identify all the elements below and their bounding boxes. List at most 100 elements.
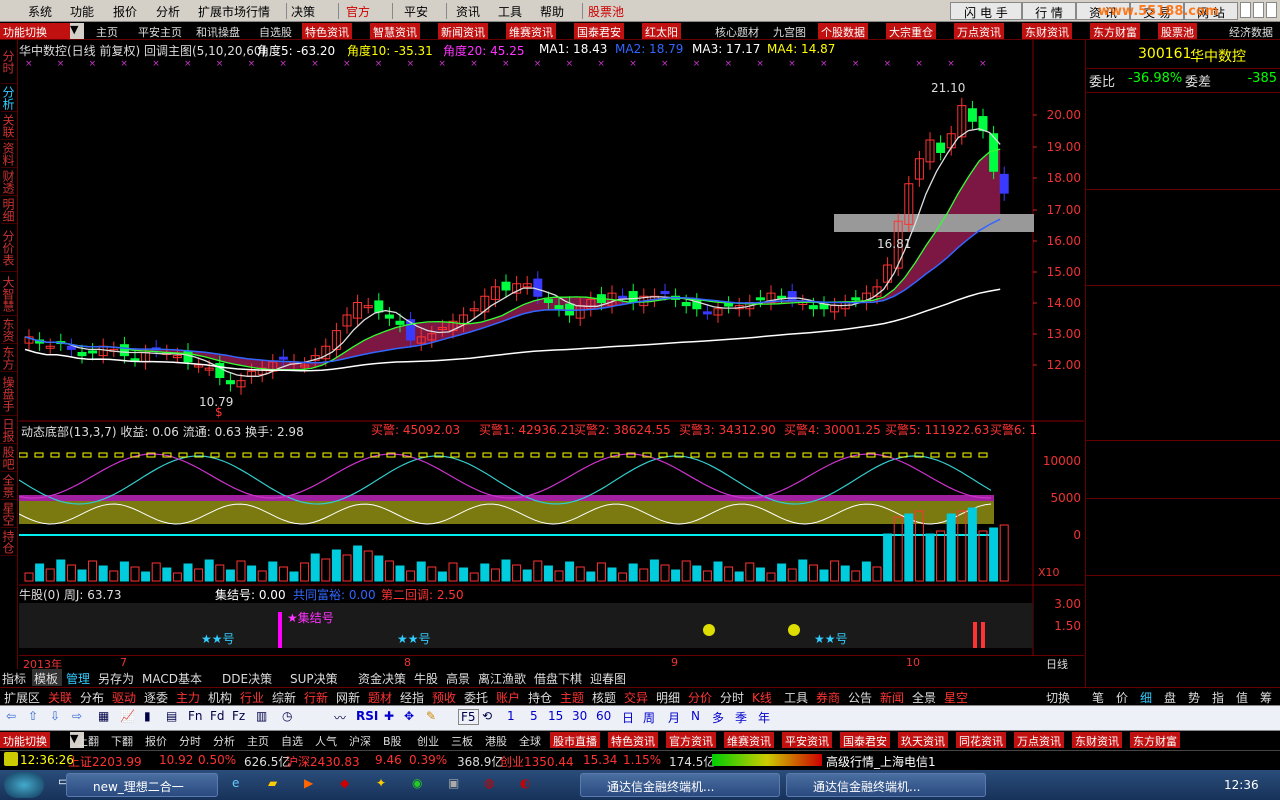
- start-button[interactable]: [4, 772, 44, 798]
- bottom-nav-item-13[interactable]: 港股: [482, 732, 510, 748]
- move-icon[interactable]: ✥: [404, 709, 414, 723]
- period-button-6[interactable]: 周: [643, 709, 655, 726]
- fz-icon[interactable]: Fz: [232, 709, 245, 723]
- bottom-nav-item-7[interactable]: 自选: [278, 732, 306, 748]
- bottom-nav-item-20[interactable]: 国泰君安: [840, 732, 890, 748]
- function-tab-20[interactable]: 明细: [654, 688, 682, 705]
- function-tab-10[interactable]: 网新: [334, 688, 362, 705]
- nav-pingan-home[interactable]: 平安主页: [135, 23, 185, 39]
- nav-stock-data[interactable]: 个股数据: [818, 23, 868, 39]
- candle-icon[interactable]: ▮: [144, 709, 151, 723]
- arrow-left-icon[interactable]: ⇦: [6, 709, 16, 723]
- crosshair-icon[interactable]: ✚: [384, 709, 394, 723]
- quote-tab-5[interactable]: 指: [1210, 688, 1226, 705]
- pencil-icon[interactable]: ✎: [426, 709, 436, 723]
- nav-home[interactable]: 主页: [93, 23, 121, 39]
- chevron-down-icon[interactable]: ▼: [70, 23, 84, 39]
- indicator-tab-11[interactable]: 借盘下棋: [532, 669, 586, 686]
- left-tab-6[interactable]: 分价表: [1, 224, 17, 272]
- bottom-nav-item-3[interactable]: 报价: [142, 732, 170, 748]
- quote-tab-1[interactable]: 价: [1114, 688, 1130, 705]
- menu-stock-pool[interactable]: 股票池: [588, 3, 624, 20]
- fd-icon[interactable]: Fd: [210, 709, 225, 723]
- period-button-4[interactable]: 60: [596, 709, 611, 723]
- server-label[interactable]: 高级行情_上海电信1: [826, 753, 936, 770]
- chart-area[interactable]: 华中数控(日线 前复权) 回调主图(5,10,20,60) 角度5: -63.2…: [19, 40, 1084, 655]
- period-button-0[interactable]: 1: [507, 709, 515, 723]
- period-button-5[interactable]: 日: [622, 709, 634, 726]
- app-icon[interactable]: ▣: [448, 776, 459, 790]
- nav-bulk-holdings[interactable]: 大宗重仓: [886, 23, 936, 39]
- function-tab-13[interactable]: 预收: [430, 688, 458, 705]
- function-tab-17[interactable]: 主题: [558, 688, 586, 705]
- left-tab-0[interactable]: 分时: [1, 40, 17, 84]
- indicator-tab-0[interactable]: 指标: [0, 669, 30, 686]
- ie-icon[interactable]: e: [232, 776, 239, 790]
- indicator-tab-12[interactable]: 迎春图: [588, 669, 630, 686]
- bottom-nav-item-12[interactable]: 三板: [448, 732, 476, 748]
- bottom-nav-item-9[interactable]: 沪深: [346, 732, 374, 748]
- nav-news-info[interactable]: 新闻资讯: [438, 23, 488, 39]
- function-tab-25[interactable]: 券商: [814, 688, 842, 705]
- period-button-8[interactable]: N: [691, 709, 700, 723]
- left-tab-11[interactable]: 日报: [1, 416, 17, 444]
- function-tab-16[interactable]: 持仓: [526, 688, 554, 705]
- indicator-tab-1[interactable]: 模板: [32, 669, 62, 686]
- function-tab-14[interactable]: 委托: [462, 688, 490, 705]
- bottom-nav-item-1[interactable]: 上翻: [74, 732, 102, 748]
- nav-function-switch[interactable]: 功能切换: [0, 23, 70, 39]
- nav-eastmoney[interactable]: 东方财富: [1090, 23, 1140, 39]
- task-item[interactable]: 通达信金融终端机...: [786, 773, 986, 797]
- function-tab-7[interactable]: 行业: [238, 688, 266, 705]
- bottom-nav-item-8[interactable]: 人气: [312, 732, 340, 748]
- menu-quote[interactable]: 报价: [113, 3, 137, 20]
- function-tab-12[interactable]: 经指: [398, 688, 426, 705]
- quote-tab-6[interactable]: 值: [1234, 688, 1250, 705]
- function-tab-8[interactable]: 综新: [270, 688, 298, 705]
- menu-tools[interactable]: 工具: [498, 3, 522, 20]
- indicator-tab-7[interactable]: 资金决策: [356, 669, 410, 686]
- arrow-right-icon[interactable]: ⇨: [72, 709, 82, 723]
- bottom-nav-item-16[interactable]: 特色资讯: [608, 732, 658, 748]
- bottom-nav-item-10[interactable]: B股: [380, 732, 405, 748]
- function-tab-3[interactable]: 驱动: [110, 688, 138, 705]
- period-button-11[interactable]: 年: [758, 709, 770, 726]
- fn-icon[interactable]: Fn: [188, 709, 203, 723]
- left-tab-13[interactable]: 全景: [1, 472, 17, 500]
- chart-icon[interactable]: ▥: [256, 709, 267, 723]
- nav-wandian[interactable]: 万点资讯: [954, 23, 1004, 39]
- function-tab-26[interactable]: 公告: [846, 688, 874, 705]
- bottom-nav-item-17[interactable]: 官方资讯: [666, 732, 716, 748]
- period-button-1[interactable]: 5: [530, 709, 538, 723]
- period-button-10[interactable]: 季: [735, 709, 747, 726]
- bottom-nav-item-4[interactable]: 分时: [176, 732, 204, 748]
- function-tab-1[interactable]: 关联: [46, 688, 74, 705]
- function-tab-28[interactable]: 全景: [910, 688, 938, 705]
- left-tab-9[interactable]: 东方: [1, 344, 17, 372]
- menu-info[interactable]: 资讯: [456, 3, 480, 20]
- left-tab-8[interactable]: 东资: [1, 316, 17, 344]
- quote-tab-4[interactable]: 势: [1186, 688, 1202, 705]
- function-tab-22[interactable]: 分时: [718, 688, 746, 705]
- nav-core-theme[interactable]: 核心题材: [712, 23, 762, 39]
- left-tab-1[interactable]: 分析: [1, 84, 17, 112]
- clock-icon[interactable]: ◷: [282, 709, 292, 723]
- bottom-nav-item-6[interactable]: 主页: [244, 732, 272, 748]
- function-tab-5[interactable]: 主力: [174, 688, 202, 705]
- menu-help[interactable]: 帮助: [540, 3, 564, 20]
- nav-watchlist[interactable]: 自选股: [256, 23, 295, 39]
- bottom-nav-item-11[interactable]: 创业: [414, 732, 442, 748]
- indicator-tab-10[interactable]: 离江渔歌: [476, 669, 530, 686]
- function-tab-18[interactable]: 核题: [590, 688, 618, 705]
- app-icon[interactable]: ◐: [520, 776, 530, 790]
- flash-trade-button[interactable]: 闪 电 手: [950, 2, 1022, 20]
- nav-economic-data[interactable]: 经济数据: [1226, 23, 1280, 39]
- nav-smart-info[interactable]: 智慧资讯: [370, 23, 420, 39]
- quote-tab-3[interactable]: 盘: [1162, 688, 1178, 705]
- left-tab-12[interactable]: 股吧: [1, 444, 17, 472]
- left-tab-5[interactable]: 明细: [1, 196, 17, 224]
- bottom-nav-item-24[interactable]: 东财资讯: [1072, 732, 1122, 748]
- function-tab-19[interactable]: 交异: [622, 688, 650, 705]
- nav-featured-info[interactable]: 特色资讯: [302, 23, 352, 39]
- indicator-tab-6[interactable]: SUP决策: [288, 669, 354, 686]
